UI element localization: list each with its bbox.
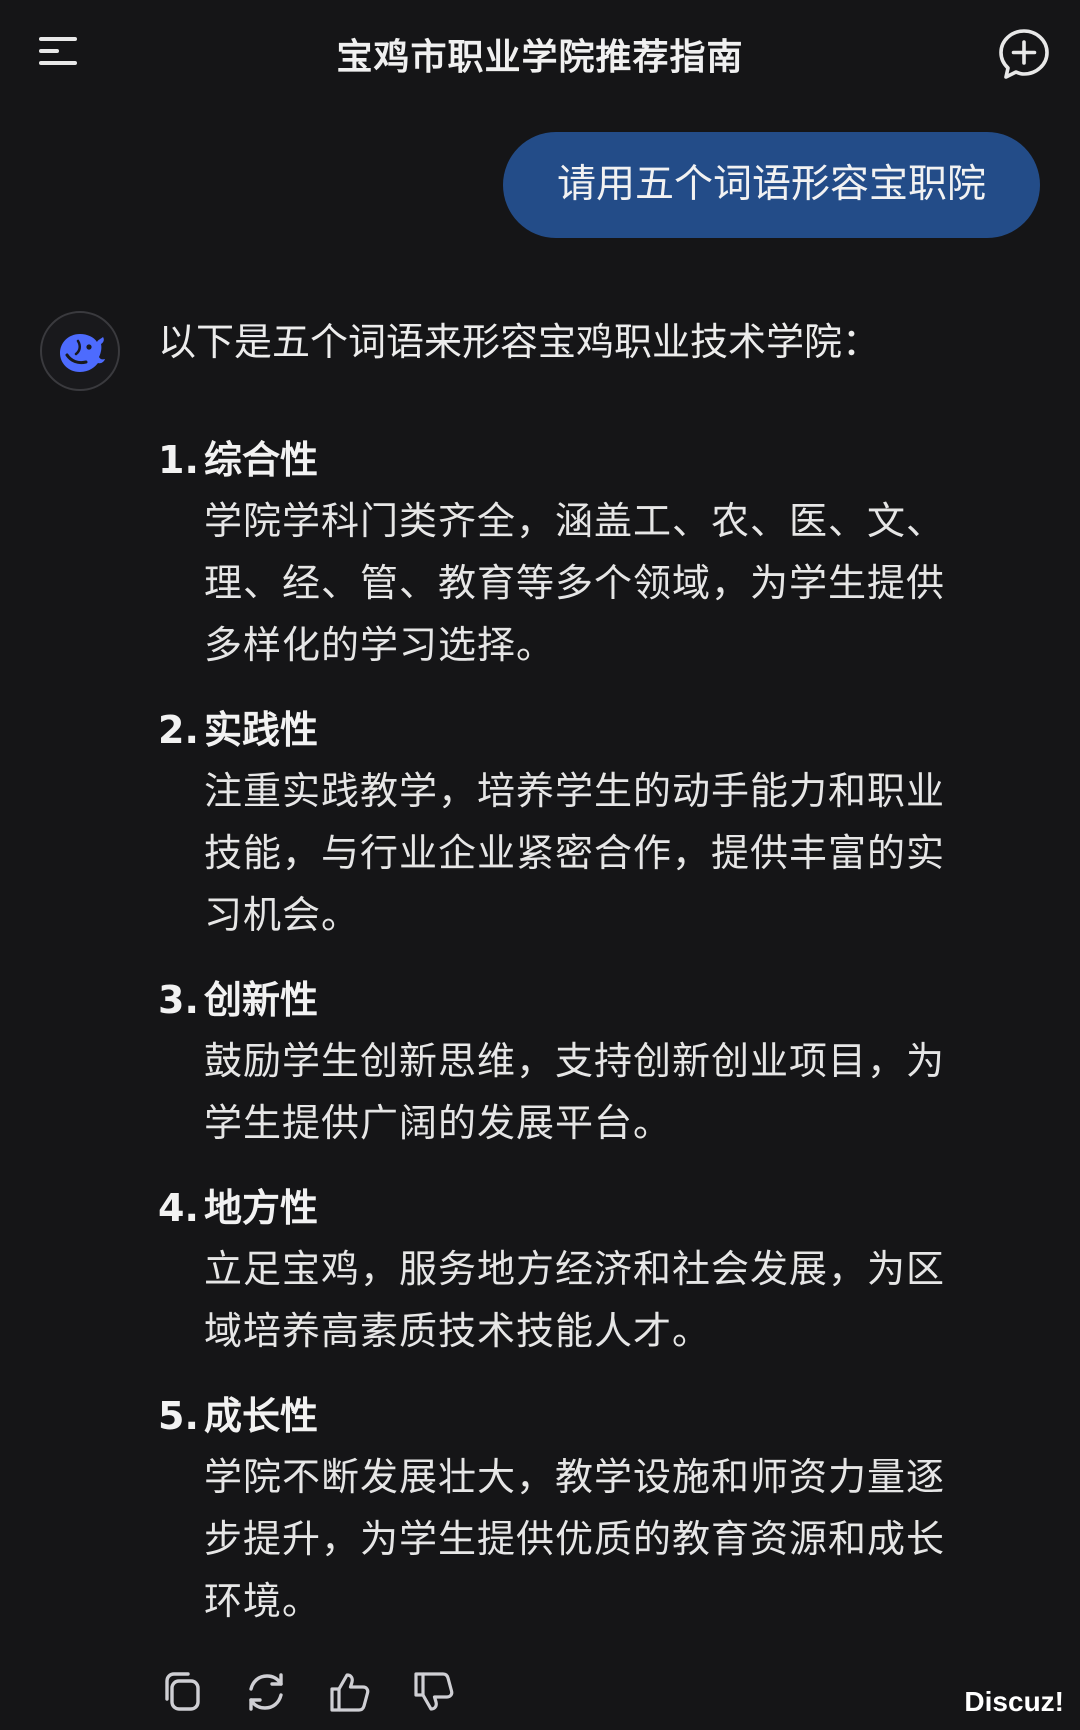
list-item-number: 5. xyxy=(158,1394,199,1438)
assistant-intro: 以下是五个词语来形容宝鸡职业技术学院： xyxy=(158,320,881,364)
list-item-body: 注重实践教学，培养学生的动手能力和职业 技能，与行业企业紧密合作，提供丰富的实 … xyxy=(204,760,1024,946)
list-item-heading: 3. 创新性 xyxy=(158,970,1028,1030)
assistant-avatar xyxy=(40,311,120,391)
list-item-body: 立足宝鸡，服务地方经济和社会发展，为区 域培养高素质技术技能人才。 xyxy=(204,1238,1024,1362)
page-title: 宝鸡市职业学院推荐指南 xyxy=(336,37,744,78)
list-item-title: 创新性 xyxy=(204,978,319,1022)
list-item-body: 学院不断发展壮大，教学设施和师资力量逐 步提升，为学生提供优质的教育资源和成长 … xyxy=(204,1446,1024,1632)
list-item-number: 1. xyxy=(158,438,199,482)
list-item-number: 4. xyxy=(158,1186,199,1230)
list-item-line: 立足宝鸡，服务地方经济和社会发展，为区 xyxy=(204,1247,946,1291)
list-item: 4. 地方性 立足宝鸡，服务地方经济和社会发展，为区 域培养高素质技术技能人才。 xyxy=(158,1178,1028,1362)
user-message-text: 请用五个词语形容宝职院 xyxy=(556,162,986,207)
list-item: 2. 实践性 注重实践教学，培养学生的动手能力和职业 技能，与行业企业紧密合作，提… xyxy=(158,700,1028,946)
new-chat-icon xyxy=(999,29,1049,79)
regenerate-icon xyxy=(249,1673,283,1711)
list-item-line: 学生提供广阔的发展平台。 xyxy=(204,1101,673,1145)
new-chat-button[interactable] xyxy=(996,26,1052,82)
list-item-title: 地方性 xyxy=(204,1186,319,1230)
list-item-heading: 2. 实践性 xyxy=(158,700,1028,760)
list-item-body: 学院学科门类齐全，涵盖工、农、医、文、 理、经、管、教育等多个领域，为学生提供 … xyxy=(204,490,1024,676)
thumbs-up-button[interactable] xyxy=(326,1668,374,1716)
copy-button[interactable] xyxy=(158,1668,206,1716)
deepseek-whale-icon xyxy=(60,334,105,372)
list-item-line: 多样化的学习选择。 xyxy=(204,623,556,667)
list-item-line: 学院不断发展壮大，教学设施和师资力量逐 xyxy=(204,1455,946,1499)
list-item-line: 习机会。 xyxy=(204,893,361,937)
top-bar: 宝鸡市职业学院推荐指南 xyxy=(0,0,1080,110)
list-item-title: 实践性 xyxy=(204,708,319,752)
user-message-bubble: 请用五个词语形容宝职院 xyxy=(503,132,1040,238)
list-item-title: 综合性 xyxy=(204,438,319,482)
copy-icon xyxy=(165,1672,200,1711)
list-item-line: 技能，与行业企业紧密合作，提供丰富的实 xyxy=(204,831,946,875)
list-item: 1. 综合性 学院学科门类齐全，涵盖工、农、医、文、 理、经、管、教育等多个领域，… xyxy=(158,430,1028,676)
list-item-number: 2. xyxy=(158,708,199,752)
list-item-line: 域培养高素质技术技能人才。 xyxy=(204,1309,712,1353)
list-item-line: 学院学科门类齐全，涵盖工、农、医、文、 xyxy=(204,499,946,543)
list-item-title: 成长性 xyxy=(204,1394,319,1438)
watermark: Discuz! xyxy=(964,1686,1064,1717)
list-item-line: 步提升，为学生提供优质的教育资源和成长 xyxy=(204,1517,946,1561)
list-item: 3. 创新性 鼓励学生创新思维，支持创新创业项目，为 学生提供广阔的发展平台。 xyxy=(158,970,1028,1154)
list-item-line: 环境。 xyxy=(204,1579,322,1623)
list-item: 5. 成长性 学院不断发展壮大，教学设施和师资力量逐 步提升，为学生提供优质的教育… xyxy=(158,1386,1028,1632)
list-item-heading: 5. 成长性 xyxy=(158,1386,1028,1446)
regenerate-button[interactable] xyxy=(242,1668,290,1716)
list-item-number: 3. xyxy=(158,978,199,1022)
list-item-line: 注重实践教学，培养学生的动手能力和职业 xyxy=(204,769,946,813)
list-item-body: 鼓励学生创新思维，支持创新创业项目，为 学生提供广阔的发展平台。 xyxy=(204,1030,1024,1154)
thumbs-down-button[interactable] xyxy=(410,1668,458,1716)
list-item-line: 鼓励学生创新思维，支持创新创业项目，为 xyxy=(204,1039,946,1083)
thumbs-down-icon xyxy=(414,1672,454,1711)
list-item-heading: 1. 综合性 xyxy=(158,430,1028,490)
thumbs-up-icon xyxy=(330,1673,370,1712)
list-item-line: 理、经、管、教育等多个领域，为学生提供 xyxy=(204,561,946,605)
list-item-heading: 4. 地方性 xyxy=(158,1178,1028,1238)
